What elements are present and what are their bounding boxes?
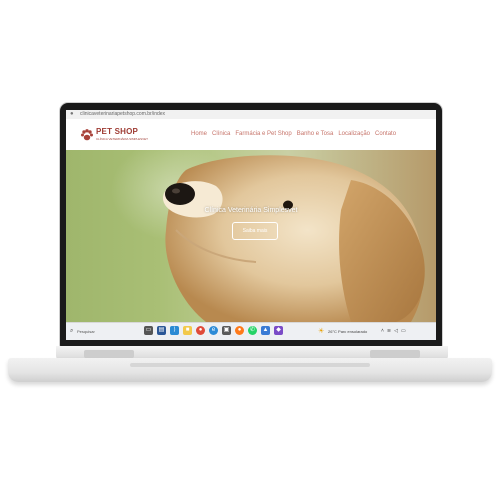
taskbar: ⌕ Pesquisar ▭ ▤ ⟩ ■ ● e ▣ ● ✆ ▲ ◆ ☀ 26°C… [66, 322, 436, 340]
logo-title[interactable]: PET SHOP [96, 127, 138, 136]
nav-item-banho-tosa[interactable]: Banho e Tosa [297, 130, 334, 138]
lock-icon: ● [70, 111, 74, 117]
task-view-icon[interactable]: ▭ [144, 326, 153, 335]
explorer-icon[interactable]: ▤ [157, 326, 166, 335]
nav-item-home[interactable]: Home [191, 130, 207, 138]
chrome-icon[interactable]: ● [196, 326, 205, 335]
hinge-left [84, 350, 134, 358]
hinge-right [370, 350, 420, 358]
wifi-icon[interactable]: ≋ [387, 328, 391, 335]
nav-item-farmacia[interactable]: Farmácia e Pet Shop [235, 130, 291, 138]
laptop-base [8, 358, 492, 382]
photos-icon[interactable]: ▲ [261, 326, 270, 335]
base-groove [130, 363, 370, 367]
volume-icon[interactable]: ◁ [394, 328, 398, 335]
store-icon[interactable]: ▣ [222, 326, 231, 335]
file-manager-icon[interactable]: ■ [183, 326, 192, 335]
firefox-icon[interactable]: ● [235, 326, 244, 335]
search-icon[interactable]: ⌕ [70, 328, 73, 335]
url-text[interactable]: clinicaveterinariapetshop.com.br/index [80, 111, 165, 118]
weather-text[interactable]: 26°C Parc ensolarado [328, 328, 367, 335]
paw-icon [80, 128, 94, 142]
system-tray: ˄ ≋ ◁ ▭ [381, 328, 406, 335]
nav-item-clinica[interactable]: Clínica [212, 130, 230, 138]
hero-banner: Clínica Veterinária Simplesvet Saiba mai… [66, 150, 436, 322]
nav-item-localizacao[interactable]: Localização [338, 130, 370, 138]
laptop-screen: ● clinicaveterinariapetshop.com.br/index… [66, 110, 436, 340]
logo-subtitle: CLÍNICA VETERINÁRIA SIMPLESVET [96, 137, 149, 141]
chevron-up-icon[interactable]: ˄ [381, 328, 384, 335]
battery-icon[interactable]: ▭ [401, 328, 406, 335]
weather-icon[interactable]: ☀ [318, 327, 324, 336]
taskbar-apps: ▭ ▤ ⟩ ■ ● e ▣ ● ✆ ▲ ◆ [144, 326, 287, 335]
edge-icon[interactable]: e [209, 326, 218, 335]
vscode-icon[interactable]: ⟩ [170, 326, 179, 335]
nav-item-contato[interactable]: Contato [375, 130, 396, 138]
app-icon[interactable]: ◆ [274, 326, 283, 335]
hero-more-button[interactable]: Saiba mais [232, 222, 278, 240]
whatsapp-icon[interactable]: ✆ [248, 326, 257, 335]
site-header: PET SHOP CLÍNICA VETERINÁRIA SIMPLESVET … [66, 119, 436, 150]
taskbar-search[interactable]: Pesquisar [77, 328, 95, 335]
main-nav: Home Clínica Farmácia e Pet Shop Banho e… [191, 130, 401, 138]
hero-title: Clínica Veterinária Simplesvet [204, 207, 298, 214]
